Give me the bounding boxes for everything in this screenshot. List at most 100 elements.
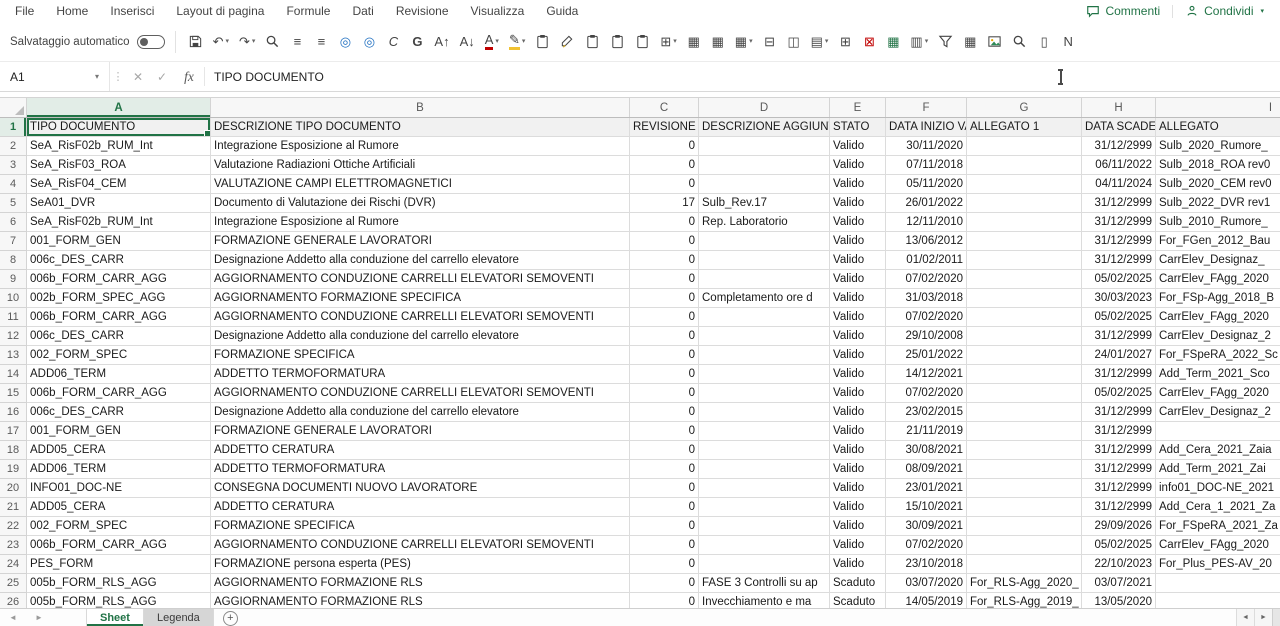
cell-e11[interactable]: Valido — [830, 308, 886, 327]
cell-b5[interactable]: Documento di Valutazione dei Rischi (DVR… — [211, 194, 630, 213]
filter-icon[interactable] — [936, 29, 955, 55]
cell-g11[interactable] — [967, 308, 1082, 327]
cell-d6[interactable]: Rep. Laboratorio — [699, 213, 830, 232]
cell-c6[interactable]: 0 — [630, 213, 699, 232]
cell-a8[interactable]: 006c_DES_CARR — [27, 251, 211, 270]
menu-tab-layout-di-pagina[interactable]: Layout di pagina — [165, 0, 275, 22]
cell-a1[interactable]: TIPO DOCUMENTO — [27, 118, 211, 137]
cell-a11[interactable]: 006b_FORM_CARR_AGG — [27, 308, 211, 327]
cell-h20[interactable]: 31/12/2999 — [1082, 479, 1156, 498]
formula-input[interactable]: TIPO DOCUMENTO — [205, 62, 1280, 91]
cell-d8[interactable] — [699, 251, 830, 270]
cell-g20[interactable] — [967, 479, 1082, 498]
cell-h5[interactable]: 31/12/2999 — [1082, 194, 1156, 213]
cell-g2[interactable] — [967, 137, 1082, 156]
row-header-2[interactable]: 2 — [0, 137, 27, 156]
enter-button[interactable]: ✓ — [150, 62, 174, 91]
cell-i25[interactable] — [1156, 574, 1280, 593]
row-header-22[interactable]: 22 — [0, 517, 27, 536]
cell-d10[interactable]: Completamento ore d — [699, 289, 830, 308]
cell-a2[interactable]: SeA_RisF02b_RUM_Int — [27, 137, 211, 156]
cell-f17[interactable]: 21/11/2019 — [886, 422, 967, 441]
cell-f19[interactable]: 08/09/2021 — [886, 460, 967, 479]
paste-icon[interactable] — [533, 29, 552, 55]
cell-d25[interactable]: FASE 3 Controlli su ap — [699, 574, 830, 593]
cell-i17[interactable] — [1156, 422, 1280, 441]
column-header-f[interactable]: F — [886, 98, 967, 117]
cell-d1[interactable]: DESCRIZIONE AGGIUNTIVA — [699, 118, 830, 137]
font-increase-icon[interactable]: A↑ — [432, 29, 451, 55]
cell-c26[interactable]: 0 — [630, 593, 699, 608]
cell-a10[interactable]: 002b_FORM_SPEC_AGG — [27, 289, 211, 308]
cell-d16[interactable] — [699, 403, 830, 422]
paste-special-icon[interactable] — [633, 29, 652, 55]
cell-f14[interactable]: 14/12/2021 — [886, 365, 967, 384]
cell-g10[interactable] — [967, 289, 1082, 308]
cell-h14[interactable]: 31/12/2999 — [1082, 365, 1156, 384]
chevron-down-icon[interactable]: ▾ — [95, 72, 99, 81]
cell-g3[interactable] — [967, 156, 1082, 175]
row-header-24[interactable]: 24 — [0, 555, 27, 574]
cell-i21[interactable]: Add_Cera_1_2021_Za — [1156, 498, 1280, 517]
cell-g15[interactable] — [967, 384, 1082, 403]
cell-d26[interactable]: Invecchiamento e ma — [699, 593, 830, 608]
cell-b26[interactable]: AGGIORNAMENTO FORMAZIONE RLS — [211, 593, 630, 608]
cell-a6[interactable]: SeA_RisF02b_RUM_Int — [27, 213, 211, 232]
cell-b23[interactable]: AGGIORNAMENTO CONDUZIONE CARRELLI ELEVAT… — [211, 536, 630, 555]
cell-f9[interactable]: 07/02/2020 — [886, 270, 967, 289]
cell-i3[interactable]: Sulb_2018_ROA rev0 — [1156, 156, 1280, 175]
cell-e13[interactable]: Valido — [830, 346, 886, 365]
cell-c23[interactable]: 0 — [630, 536, 699, 555]
cell-b24[interactable]: FORMAZIONE persona esperta (PES) — [211, 555, 630, 574]
menu-tab-visualizza[interactable]: Visualizza — [460, 0, 536, 22]
cell-g13[interactable] — [967, 346, 1082, 365]
cell-e15[interactable]: Valido — [830, 384, 886, 403]
menu-tab-dati[interactable]: Dati — [341, 0, 384, 22]
cell-g8[interactable] — [967, 251, 1082, 270]
cell-g5[interactable] — [967, 194, 1082, 213]
cell-c20[interactable]: 0 — [630, 479, 699, 498]
cell-d2[interactable] — [699, 137, 830, 156]
cell-i15[interactable]: CarrElev_FAgg_2020 — [1156, 384, 1280, 403]
cell-b3[interactable]: Valutazione Radiazioni Ottiche Artificia… — [211, 156, 630, 175]
cell-i11[interactable]: CarrElev_FAgg_2020 — [1156, 308, 1280, 327]
cell-c4[interactable]: 0 — [630, 175, 699, 194]
cell-d18[interactable] — [699, 441, 830, 460]
row-header-11[interactable]: 11 — [0, 308, 27, 327]
cell-h15[interactable]: 05/02/2025 — [1082, 384, 1156, 403]
row-header-21[interactable]: 21 — [0, 498, 27, 517]
cell-d15[interactable] — [699, 384, 830, 403]
paste-values-icon[interactable] — [608, 29, 627, 55]
cell-i26[interactable] — [1156, 593, 1280, 608]
cell-i22[interactable]: For_FSpeRA_2021_Za — [1156, 517, 1280, 536]
cell-c24[interactable]: 0 — [630, 555, 699, 574]
cell-f22[interactable]: 30/09/2021 — [886, 517, 967, 536]
cell-d13[interactable] — [699, 346, 830, 365]
cell-a26[interactable]: 005b_FORM_RLS_AGG — [27, 593, 211, 608]
cell-a20[interactable]: INFO01_DOC-NE — [27, 479, 211, 498]
column-header-e[interactable]: E — [830, 98, 886, 117]
cell-g18[interactable] — [967, 441, 1082, 460]
cell-f13[interactable]: 25/01/2022 — [886, 346, 967, 365]
cell-g4[interactable] — [967, 175, 1082, 194]
cell-g1[interactable]: ALLEGATO 1 — [967, 118, 1082, 137]
cell-g21[interactable] — [967, 498, 1082, 517]
cell-g24[interactable] — [967, 555, 1082, 574]
cell-i4[interactable]: Sulb_2020_CEM rev0 — [1156, 175, 1280, 194]
cell-f4[interactable]: 05/11/2020 — [886, 175, 967, 194]
cell-a19[interactable]: ADD06_TERM — [27, 460, 211, 479]
cell-e14[interactable]: Valido — [830, 365, 886, 384]
cell-d4[interactable] — [699, 175, 830, 194]
row-header-10[interactable]: 10 — [0, 289, 27, 308]
cell-g6[interactable] — [967, 213, 1082, 232]
cell-f3[interactable]: 07/11/2018 — [886, 156, 967, 175]
cell-i24[interactable]: For_Plus_PES-AV_20 — [1156, 555, 1280, 574]
cell-a16[interactable]: 006c_DES_CARR — [27, 403, 211, 422]
cell-c1[interactable]: REVISIONE — [630, 118, 699, 137]
autosave-control[interactable]: Salvataggio automatico — [10, 34, 165, 49]
cell-g22[interactable] — [967, 517, 1082, 536]
cell-h10[interactable]: 30/03/2023 — [1082, 289, 1156, 308]
cell-b12[interactable]: Designazione Addetto alla conduzione del… — [211, 327, 630, 346]
new-sheet-icon[interactable]: ▦ — [884, 29, 902, 55]
cell-e17[interactable]: Valido — [830, 422, 886, 441]
